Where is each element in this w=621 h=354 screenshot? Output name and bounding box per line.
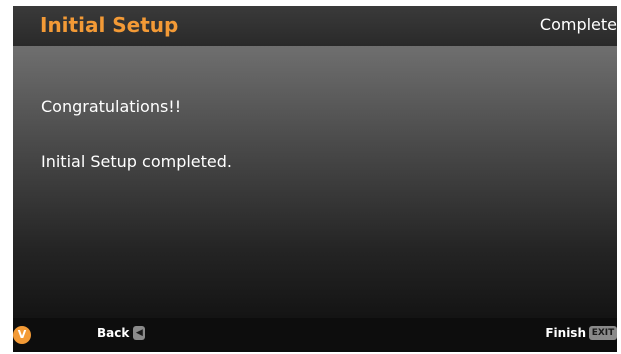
content-area: Congratulations!! Initial Setup complete… <box>13 46 617 318</box>
finish-button[interactable]: Finish EXIT <box>545 326 617 340</box>
v-logo-icon: V <box>13 326 31 344</box>
logo-letter: V <box>17 328 27 341</box>
back-label: Back <box>97 326 130 340</box>
setup-screen: Initial Setup Complete Congratulations!!… <box>13 6 617 352</box>
page-title: Initial Setup <box>40 13 179 37</box>
header-bar: Initial Setup Complete <box>13 6 617 46</box>
step-label: Complete <box>539 15 617 34</box>
finish-label: Finish <box>545 326 586 340</box>
footer-bar: V Back ◀ Finish EXIT <box>13 318 617 352</box>
congratulations-text: Congratulations!! <box>41 97 182 116</box>
back-key-icon: ◀ <box>133 326 146 340</box>
back-button[interactable]: Back ◀ <box>97 326 146 340</box>
exit-key-icon: EXIT <box>589 326 617 340</box>
completed-text: Initial Setup completed. <box>41 152 232 171</box>
